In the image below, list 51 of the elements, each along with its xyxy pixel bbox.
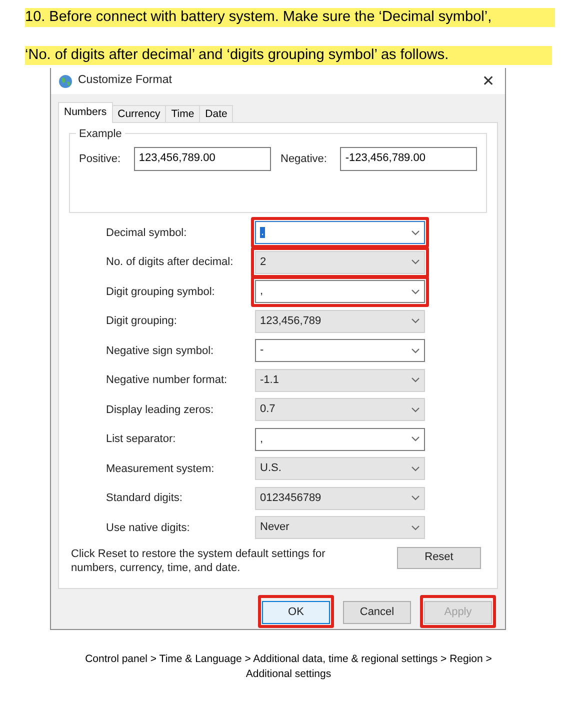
chevron-down-icon (411, 377, 420, 384)
tab[interactable]: Numbers (58, 102, 113, 123)
setting-label: List separator: (105, 432, 177, 447)
setting-label: Use native digits: (105, 520, 191, 536)
field-label: Positive: (79, 152, 122, 167)
combo-box[interactable]: , (255, 428, 425, 451)
close-button[interactable]: ✕ (482, 74, 495, 88)
dropdown[interactable]: Never (255, 516, 425, 540)
setting-label: Display leading zeros: (105, 402, 215, 418)
setting-label: Standard digits: (105, 491, 184, 506)
dropdown[interactable]: U.S. (255, 457, 425, 480)
dropdown[interactable]: 123,456,789 (255, 310, 425, 333)
chevron-down-icon (411, 406, 420, 413)
reset-button[interactable]: Reset (397, 546, 481, 568)
chevron-down-icon (411, 466, 420, 472)
dropdown[interactable]: 0123456789 (255, 486, 425, 510)
tab[interactable]: Date (199, 105, 234, 123)
combo-box[interactable]: - (255, 339, 425, 362)
dialog-button[interactable]: OK (262, 600, 330, 624)
setting-label: Digit grouping: (105, 314, 178, 329)
instruction-text: 10. Before connect with battery system. Make sure the ‘Decimal symbol’, (25, 8, 555, 27)
setting-label: Negative number format: (105, 373, 228, 388)
setting-label: Negative sign symbol: (105, 344, 215, 358)
caption-text: Control panel > Time & Language > Additional data, time & regional settings > Region > (85, 652, 492, 667)
chevron-down-icon (411, 318, 420, 324)
chevron-down-icon (411, 259, 420, 266)
dropdown[interactable]: 2 (255, 250, 425, 274)
reset-note: Click Reset to restore the system default settings for numbers, currency, time, and date. (71, 546, 326, 574)
combo-box[interactable]: , (255, 280, 425, 304)
instruction-text: ‘No. of digits after decimal’ and ‘digits grouping symbol’ as follows. (25, 46, 552, 65)
chevron-down-icon (411, 524, 420, 531)
group-title: Example (76, 126, 125, 142)
dialog-button[interactable]: Cancel (343, 600, 411, 624)
dropdown[interactable]: 0.7 (255, 398, 425, 422)
chevron-down-icon (411, 495, 420, 502)
globe-icon (58, 74, 73, 88)
chevron-down-icon (411, 436, 420, 442)
chevron-down-icon (411, 288, 420, 295)
window-title: Customize Format (78, 73, 172, 88)
chevron-down-icon (411, 348, 420, 354)
positive-example-field: 123,456,789.00 (134, 147, 270, 171)
setting-label: Decimal symbol: (105, 226, 188, 240)
negative-example-field: -123,456,789.00 (340, 147, 477, 171)
combo-box[interactable]: . (255, 221, 425, 244)
field-label: Negative: (280, 152, 328, 167)
caption-text: Additional settings (246, 667, 332, 682)
chevron-down-icon (411, 230, 420, 236)
setting-label: No. of digits after decimal: (105, 255, 234, 270)
dropdown[interactable]: -1.1 (255, 368, 425, 392)
setting-label: Measurement system: (105, 462, 216, 476)
setting-label: Digit grouping symbol: (105, 284, 216, 300)
